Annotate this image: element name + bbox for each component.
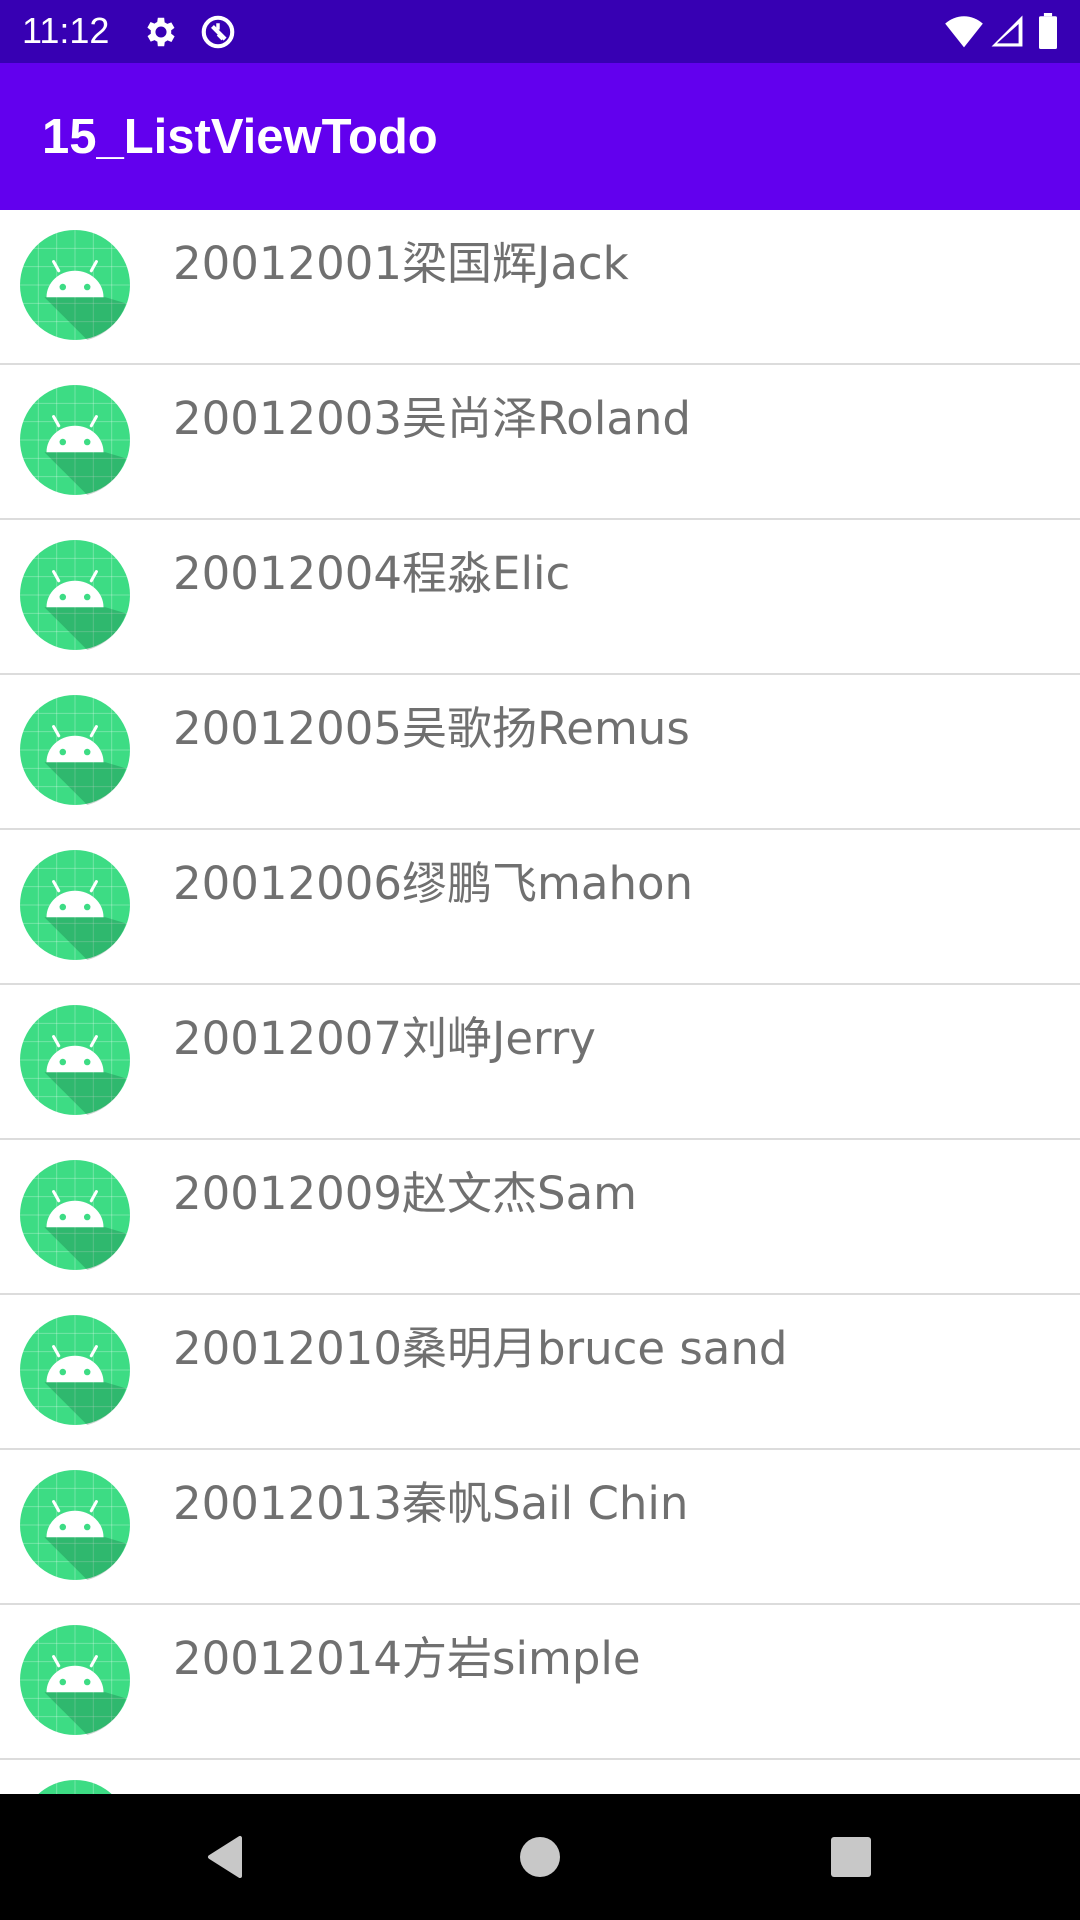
list-item-label: 20012014方岩simple [173, 1632, 641, 1685]
list-item-label: 20012013秦帆Sail Chin [173, 1477, 689, 1530]
android-icon [20, 1315, 130, 1425]
list-item[interactable]: 20012014方岩simple [0, 1605, 1080, 1760]
list-item[interactable]: 20012007刘峥Jerry [0, 985, 1080, 1140]
android-icon [20, 850, 130, 960]
list-item-label: 20012007刘峥Jerry [173, 1012, 596, 1065]
wifi-icon [945, 16, 983, 48]
list-item-label: 20012004程淼Elic [173, 547, 571, 600]
android-icon [20, 695, 130, 805]
list-item[interactable]: 20012009赵文杰Sam [0, 1140, 1080, 1295]
home-icon[interactable] [507, 1824, 573, 1890]
list-item-label: 20012006缪鹏飞mahon [173, 857, 694, 910]
todo-list[interactable]: 20012001梁国辉Jack 20012003吴尚泽Roland 20012004… [0, 210, 1080, 1794]
list-item-label: 20012001梁国辉Jack [173, 237, 629, 290]
android-icon [20, 1470, 130, 1580]
app-bar: 15_ListViewTodo [0, 63, 1080, 210]
list-item[interactable]: 20012013秦帆Sail Chin [0, 1450, 1080, 1605]
data-saver-icon [201, 15, 235, 49]
list-item[interactable] [0, 1760, 1080, 1794]
android-icon [37, 1780, 113, 1794]
navigation-bar [0, 1794, 1080, 1920]
battery-icon [1039, 13, 1057, 49]
android-icon [20, 385, 130, 495]
android-icon [20, 1005, 130, 1115]
android-icon [20, 1625, 130, 1735]
app-title: 15_ListViewTodo [42, 110, 438, 164]
back-icon[interactable] [192, 1824, 258, 1890]
gear-icon [147, 17, 175, 47]
status-bar: 11:12 [0, 0, 1080, 63]
list-item[interactable]: 20012006缪鹏飞mahon [0, 830, 1080, 985]
list-item[interactable]: 20012005吴歌扬Remus [0, 675, 1080, 830]
android-icon [20, 540, 130, 650]
android-icon [20, 230, 130, 340]
signal-icon [991, 15, 1023, 47]
list-item[interactable]: 20012001梁国辉Jack [0, 210, 1080, 365]
list-item[interactable]: 20012003吴尚泽Roland [0, 365, 1080, 520]
list-item-label: 20012005吴歌扬Remus [173, 702, 690, 755]
list-item-label: 20012003吴尚泽Roland [173, 392, 691, 445]
android-icon [20, 1160, 130, 1270]
list-item[interactable]: 20012004程淼Elic [0, 520, 1080, 675]
list-item-label: 20012010桑明月bruce sand [173, 1322, 788, 1375]
list-item-label: 20012009赵文杰Sam [173, 1167, 638, 1220]
status-time: 11:12 [22, 10, 110, 51]
list-item[interactable]: 20012010桑明月bruce sand [0, 1295, 1080, 1450]
recents-icon[interactable] [818, 1824, 884, 1890]
